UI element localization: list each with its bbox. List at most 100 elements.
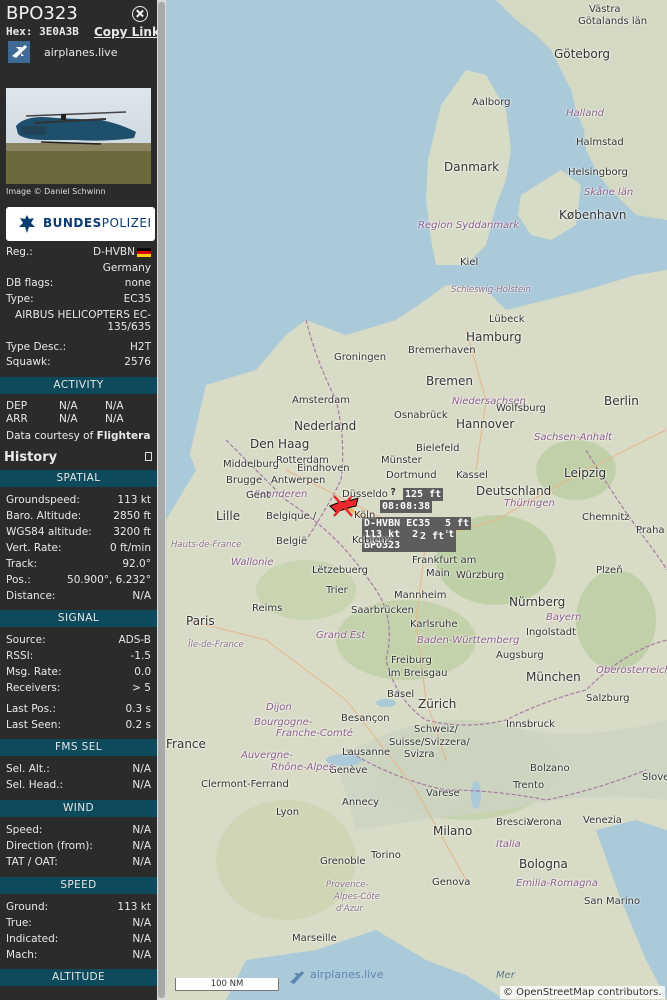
city-label-karlsruhe: Karlsruhe	[410, 619, 458, 630]
city-label-amsterdam: Amsterdam	[292, 395, 351, 406]
city-label-lyon: Lyon	[276, 807, 300, 818]
row-label: Track:	[6, 558, 38, 570]
type-full-line1: AIRBUS HELICOPTERS EC-	[15, 309, 151, 321]
fms-header[interactable]: FMS SEL	[0, 739, 157, 756]
osm-attribution[interactable]: © OpenStreetMap contributors.	[500, 986, 665, 999]
city-label-halmstad: Halmstad	[576, 137, 624, 148]
city-label-belgique: Belgique /	[266, 511, 317, 522]
german-flag-icon	[137, 248, 151, 257]
city-label-suisse: Suisse/Svizzera/	[389, 737, 470, 748]
city-label-saarbrucken: Saarbrücken	[351, 605, 414, 616]
copy-link-button[interactable]: Copy Link	[94, 25, 157, 39]
speed-header[interactable]: SPEED	[0, 877, 157, 894]
row-value: 113 kt	[117, 901, 151, 913]
activity-header[interactable]: ACTIVITY	[0, 377, 157, 394]
city-label-rotterdam: Rotterdam	[276, 455, 329, 466]
arr-value-2: N/A	[105, 413, 124, 425]
city-label-mannheim: Mannheim	[394, 590, 447, 601]
close-icon[interactable]	[132, 6, 148, 22]
map-watermark: airplanes.live	[310, 968, 384, 981]
city-label-hamburg: Hamburg	[466, 330, 522, 344]
city-label-nederland: Nederland	[294, 419, 357, 433]
city-label-bolzano: Bolzano	[530, 763, 570, 774]
callsign-title: BPO323	[6, 3, 78, 24]
row-value: N/A	[132, 824, 151, 836]
dbflags-value: none	[124, 277, 151, 289]
infoblock-sidebar: BPO323 Hex: 3E0A3B Copy Link airplanes.l…	[0, 0, 157, 1000]
city-label-thuringen: Thüringen	[504, 498, 555, 509]
scrollbar-thumb[interactable]	[158, 2, 165, 998]
flightera-link[interactable]: Flightera	[97, 430, 151, 442]
row-label: Sel. Alt.:	[6, 763, 50, 775]
city-label-marseille: Marseille	[292, 933, 337, 944]
speed-row: Indicated: N/A	[6, 933, 151, 947]
city-label-bremen: Bremen	[426, 374, 473, 388]
city-label-wurzburg: Würzburg	[456, 570, 505, 581]
city-label-bielefeld: Bielefeld	[416, 443, 460, 454]
city-label-main: Main	[426, 568, 450, 579]
city-label-kiel: Kiel	[460, 257, 479, 268]
city-label-letzeburg: Lëtzebuerg	[312, 565, 368, 576]
row-value: N/A	[132, 840, 151, 852]
dbflags-label: DB flags:	[6, 277, 54, 289]
wind-header[interactable]: WIND	[0, 800, 157, 817]
city-label-koln: Köln	[354, 510, 376, 521]
city-label-slove: Slove	[642, 772, 667, 783]
row-label: Ground:	[6, 901, 49, 913]
signal-row: Msg. Rate: 0.0	[6, 666, 151, 680]
city-label-schleswig: Schleswig-Holstein	[451, 285, 531, 295]
row-value: N/A	[132, 949, 151, 961]
eagle-emblem-icon	[19, 215, 35, 233]
city-label-besancon: Besançon	[341, 713, 390, 724]
airplanes-live-link[interactable]: airplanes.live	[44, 46, 117, 59]
city-label-middelburg: Middelburg	[223, 459, 280, 470]
city-label-lausanne: Lausanne	[342, 747, 391, 758]
city-label-vastra: Västra	[589, 4, 621, 15]
history-title[interactable]: History	[4, 450, 57, 465]
city-label-dusseldorf: Düsseldo	[342, 489, 388, 500]
aircraft-photo[interactable]	[6, 88, 151, 184]
dbflags-row: DB flags: none	[6, 277, 151, 291]
spatial-row: Groundspeed: 113 kt	[6, 494, 151, 508]
row-label: Groundspeed:	[6, 494, 80, 506]
city-label-halland: Halland	[566, 108, 605, 119]
photo-credit: Image © Daniel Schwinn	[6, 187, 106, 196]
map-view[interactable]: 125 ft 08:08:38 ? D-HVBN EC35 113 kt 285…	[166, 0, 667, 1000]
history-toggle-icon[interactable]	[145, 452, 152, 461]
city-label-fcomte: Franche-Comté	[276, 728, 353, 739]
dep-label: DEP	[6, 400, 28, 412]
spatial-header[interactable]: SPATIAL	[0, 470, 157, 487]
row-value: 50.900°, 6.232°	[67, 574, 151, 586]
city-label-munster: Münster	[381, 455, 422, 466]
row-value: > 5	[132, 682, 151, 694]
city-label-genova: Genova	[432, 877, 471, 888]
row-label: Vert. Rate:	[6, 542, 62, 554]
altitude-header[interactable]: ALTITUDE	[0, 969, 157, 986]
city-label-clermont: Clermont-Ferrand	[201, 779, 289, 790]
type-label: Type:	[6, 293, 34, 305]
airplanes-live-icon[interactable]	[8, 41, 30, 63]
city-label-helsingborg: Helsingborg	[568, 167, 628, 178]
city-label-schweiz: Schweiz/	[414, 724, 458, 735]
signal-row: Source: ADS-B	[6, 634, 151, 648]
reg-row: Reg.: D-HVBN	[6, 246, 151, 260]
spatial-row: Baro. Altitude: 2850 ft	[6, 510, 151, 524]
city-label-oesterreich: Oberösterreich	[596, 665, 667, 676]
city-label-trier: Trier	[326, 585, 348, 596]
arr-value-1: N/A	[59, 413, 78, 425]
row-label: Source:	[6, 634, 46, 646]
city-label-svizra: Svizra	[404, 749, 435, 760]
signal-header[interactable]: SIGNAL	[0, 610, 157, 627]
row-value: -1.5	[130, 650, 152, 662]
city-label-trento: Trento	[513, 780, 545, 791]
spatial-row: Distance: N/A	[6, 590, 151, 604]
row-value: N/A	[132, 917, 151, 929]
map-scale: 100 NM	[175, 978, 279, 991]
spatial-row: Pos.: 50.900°, 6.232°	[6, 574, 151, 588]
type-row: Type: EC35	[6, 293, 151, 307]
city-label-italia: Italia	[496, 839, 521, 850]
sidebar-scrollbar[interactable]	[157, 0, 166, 1000]
city-label-ile: Île-de-France	[188, 640, 244, 650]
city-label-torino: Torino	[371, 850, 401, 861]
city-label-bwurttemberg: Baden-Württemberg	[417, 635, 520, 646]
